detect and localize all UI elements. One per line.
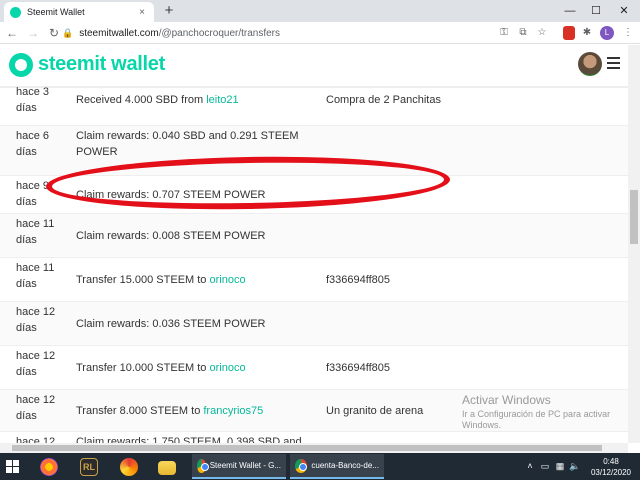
window-close-button[interactable]: ✕ [612,0,636,22]
app-rl-icon[interactable]: RL [80,455,98,478]
chrome-icon [197,458,209,473]
transfer-text: Received 4.000 SBD from [76,94,207,106]
clock-time: 0:48 [603,457,619,466]
transfer-row: hace 12 días Claim rewards: 0.036 STEEM P… [0,301,628,345]
transfer-description: Transfer 10.000 STEEM to orinoco [76,360,306,376]
transfer-memo: f336694ff805 [326,274,391,286]
transfer-text: Claim rewards: 0.036 STEEM POWER [76,318,266,330]
steemit-favicon-icon [10,6,21,18]
url-host: steemitwallet.com [79,27,159,39]
transfer-description: Claim rewards: 0.036 STEEM POWER [76,316,306,332]
horizontal-scroll-thumb[interactable] [12,445,602,451]
profile-avatar[interactable]: L [600,26,614,40]
translate-icon[interactable]: ⧉ [515,25,531,41]
extensions-puzzle-icon[interactable]: ✱ [579,25,595,41]
new-tab-button[interactable]: + [160,2,178,20]
task1-label: Steemit Wallet - G... [209,461,281,470]
maximize-button[interactable]: ☐ [584,0,608,22]
transfer-memo: f336694ff805 [326,362,391,374]
clock-date: 03/12/2020 [590,468,632,477]
forward-arrow-icon[interactable]: → [24,24,42,42]
windows-start-icon[interactable] [6,460,19,473]
account-link[interactable]: orinoco [209,274,245,286]
bookmark-star-icon[interactable]: ☆ [534,25,550,41]
taskbar-chrome-steemit[interactable]: Steemit Wallet - G... [192,454,286,479]
transfer-text: Transfer 15.000 STEEM to [76,274,210,286]
transfer-date: hace 12 días [16,350,56,378]
browser-tab[interactable]: Steemit Wallet × [4,2,154,22]
transfer-memo: Compra de 2 Panchitas [326,94,441,106]
site-header: steemit wallet [0,45,628,87]
lock-icon: 🔒 [62,27,74,38]
task2-label: cuenta-Banco-de... [311,461,379,470]
horizontal-scrollbar[interactable] [0,443,628,453]
transfer-description: Transfer 8.000 STEEM to francyrios75 [76,403,306,419]
key-icon[interactable]: ⚿ [496,25,512,41]
transfer-text: Claim rewards: 0.008 STEEM POWER [76,230,266,242]
watermark-subtitle: Ir a Configuración de PC para activar Wi… [462,409,611,430]
vertical-scroll-thumb[interactable] [630,190,638,244]
app-swirl-icon[interactable] [120,455,138,478]
site-logo-text[interactable]: steemit wallet [38,53,165,76]
firefox-app-icon[interactable] [40,455,58,478]
tray-network-icon[interactable]: ▦ [553,453,567,480]
tray-battery-icon[interactable]: ▭ [538,453,552,480]
hamburger-menu-icon[interactable] [607,57,620,69]
reload-icon[interactable]: ↻ [45,24,63,42]
url-path: /@panchocroquer/transfers [158,27,281,39]
account-link[interactable]: francyrios75 [203,405,263,417]
transfer-description: Transfer 15.000 STEEM to orinoco [76,272,306,288]
transfer-row: hace 3 días Received 4.000 SBD from leito… [0,87,628,125]
transfer-text: Transfer 8.000 STEEM to [76,405,204,417]
transfers-list: hace 3 días Received 4.000 SBD from leito… [0,87,628,443]
transfer-description: Claim rewards: 0.008 STEEM POWER [76,228,306,244]
chrome-icon [295,458,308,473]
transfer-date: hace 11 días [16,218,55,246]
tray-chevron-icon[interactable]: ˄ [524,453,536,480]
transfer-date: hace 12 [16,436,56,443]
url-text: steemitwallet.com/@panchocroquer/transfe… [79,28,280,39]
transfer-text: Claim rewards: 1.750 STEEM, 0.398 SBD an… [76,436,302,443]
transfer-description: Claim rewards: 1.750 STEEM, 0.398 SBD an… [76,434,306,443]
transfer-date: hace 11 días [16,262,55,290]
transfer-row: hace 12 días Transfer 10.000 STEEM to ori… [0,345,628,389]
vertical-scrollbar[interactable] [628,45,640,443]
transfer-date: hace 3 días [16,87,50,114]
address-bar[interactable]: 🔒 steemitwallet.com/@panchocroquer/trans… [62,24,524,42]
tab-close-icon[interactable]: × [136,7,148,18]
watermark-title: Activar Windows [462,393,551,407]
browser-tabstrip: Steemit Wallet × + — ☐ ✕ [0,0,640,22]
transfer-description: Claim rewards: 0.040 SBD and 0.291 STEEM… [76,128,306,160]
taskbar-clock[interactable]: 0:48 03/12/2020 [586,456,636,478]
steemit-logo-icon[interactable] [9,53,33,77]
transfer-date: hace 6 días [16,130,50,158]
activate-windows-watermark: Activar Windows Ir a Configuración de PC… [462,393,630,431]
transfer-row: hace 12 Claim rewards: 1.750 STEEM, 0.398… [0,431,628,443]
minimize-button[interactable]: — [558,0,582,22]
taskbar-chrome-banco[interactable]: cuenta-Banco-de... [290,454,384,479]
transfer-date: hace 12 días [16,306,56,334]
transfer-date: hace 12 días [16,394,56,422]
account-link[interactable]: leito21 [206,94,238,106]
user-avatar[interactable] [578,52,602,76]
more-menu-icon[interactable]: ⋮ [620,25,636,41]
transfer-text: Claim rewards: 0.040 SBD and 0.291 STEEM… [76,130,299,158]
tab-title: Steemit Wallet [27,7,85,17]
back-arrow-icon[interactable]: ← [3,24,21,42]
windows-taskbar: RL Steemit Wallet - G... cuenta-Banco-de… [0,453,640,480]
transfer-text: Transfer 10.000 STEEM to [76,362,210,374]
extension-icon[interactable] [563,26,575,40]
transfer-row: hace 11 días Claim rewards: 0.008 STEEM P… [0,213,628,257]
account-link[interactable]: orinoco [209,362,245,374]
tray-volume-icon[interactable]: 🔈 [568,453,582,480]
transfer-description: Received 4.000 SBD from leito21 [76,92,306,108]
browser-toolbar: ← → ↻ 🔒 steemitwallet.com/@panchocroquer… [0,22,640,44]
transfer-row: hace 11 días Transfer 15.000 STEEM to ori… [0,257,628,301]
file-explorer-icon[interactable] [158,455,176,478]
